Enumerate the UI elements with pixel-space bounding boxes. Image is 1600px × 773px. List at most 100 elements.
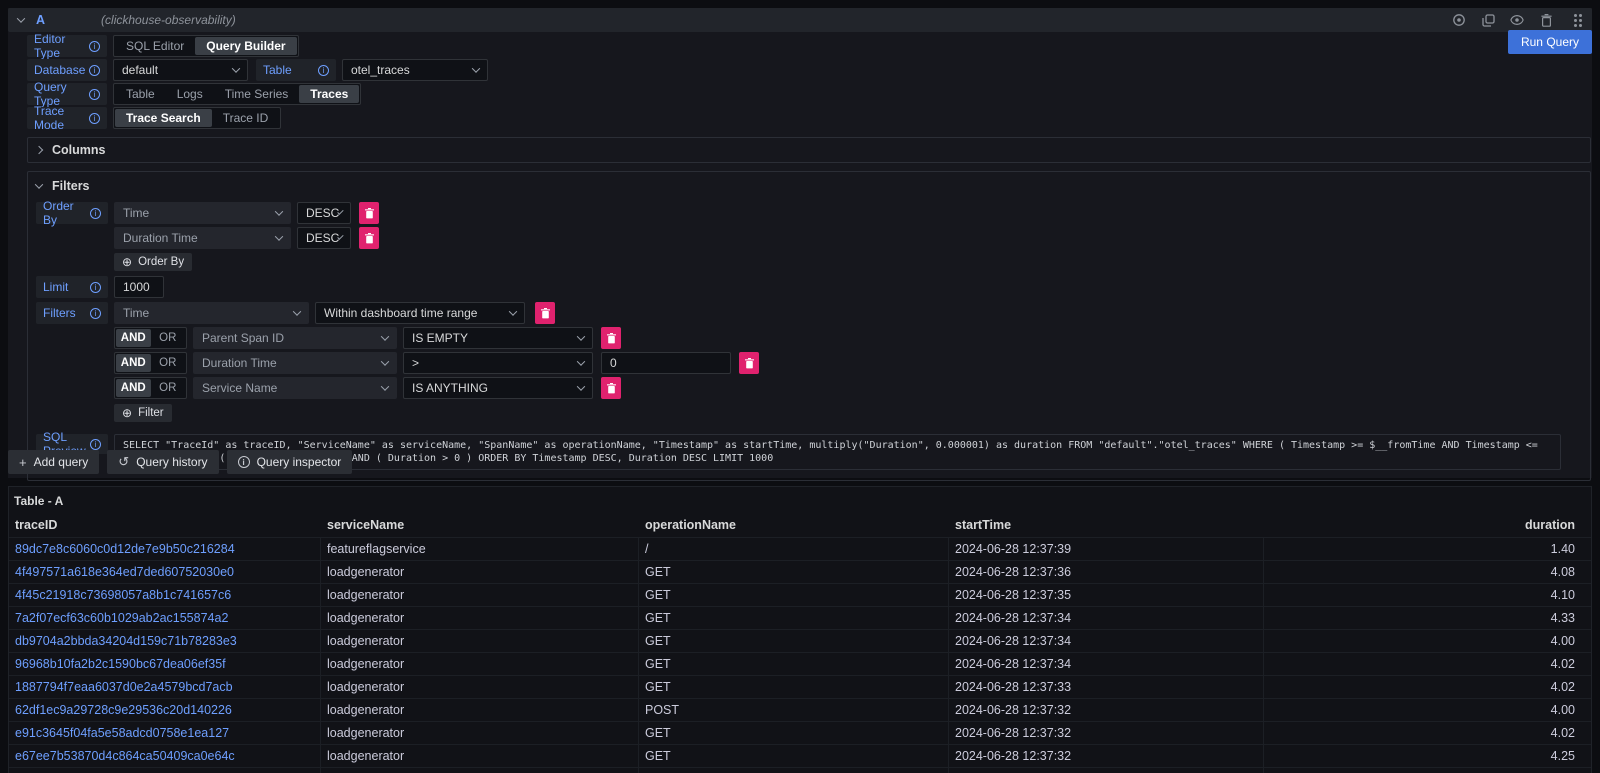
order-by-direction-select[interactable]: DESC (297, 202, 351, 224)
filters-section-toggle[interactable]: Filters (36, 172, 1590, 196)
add-query-button[interactable]: + Add query (8, 450, 99, 474)
trace-mode-option-search[interactable]: Trace Search (115, 109, 212, 127)
query-builder-form: Editor Type i SQL Editor Query Builder D… (27, 32, 1592, 481)
info-icon[interactable]: i (90, 208, 101, 219)
trace-id-link[interactable]: 4f45c21918c73698057a8b1c741657c6 (15, 588, 231, 602)
or-option[interactable]: OR (151, 354, 186, 372)
remove-filter-button[interactable] (601, 377, 621, 399)
filter-operator-select[interactable]: > (403, 352, 593, 374)
table-label: Table (263, 63, 292, 77)
filter-field-select[interactable]: Duration Time (193, 352, 397, 374)
collapse-query-chevron-icon[interactable] (17, 14, 25, 22)
add-order-by-button[interactable]: ⊕ Order By (114, 253, 192, 271)
column-header-duration[interactable]: duration (1264, 513, 1591, 537)
info-icon[interactable]: i (89, 65, 100, 76)
service-name-cell: loadgenerator (321, 699, 639, 721)
trace-id-link[interactable]: e67ee7b53870d4c864ca50409ca0e64c (15, 749, 235, 763)
order-by-direction-select[interactable]: DESC (297, 227, 351, 249)
query-ref-id: A (36, 13, 45, 27)
filter-field-select[interactable]: Time (114, 302, 309, 324)
remove-filter-button[interactable] (739, 352, 759, 374)
editor-type-option-builder[interactable]: Query Builder (195, 37, 296, 55)
column-header-servicename[interactable]: serviceName (321, 513, 639, 537)
plus-circle-icon: ⊕ (122, 406, 132, 420)
info-icon[interactable]: i (90, 308, 101, 319)
or-option[interactable]: OR (151, 329, 186, 347)
order-by-field-value: Duration Time (123, 231, 198, 245)
info-icon[interactable]: i (90, 282, 101, 293)
operation-name-cell: GET (639, 676, 949, 698)
trace-mode-label-box: Trace Mode i (27, 107, 107, 129)
duration-cell: 4.00 (1264, 699, 1591, 721)
trace-id-link[interactable]: db9704a2bbda34204d159c71b78283e3 (15, 634, 237, 648)
columns-section-toggle[interactable]: Columns (28, 138, 1590, 162)
remove-order-by-button[interactable] (359, 227, 379, 249)
trace-id-link[interactable]: 4f497571a618e364ed7ded60752030e0 (15, 565, 234, 579)
editor-type-label: Editor Type (34, 32, 89, 60)
table-select[interactable]: otel_traces (342, 59, 488, 81)
query-footer-actions: + Add query ↺ Query history i Query insp… (8, 450, 352, 474)
remove-filter-button[interactable] (601, 327, 621, 349)
editor-type-option-sql[interactable]: SQL Editor (115, 37, 195, 55)
query-type-option-logs[interactable]: Logs (166, 85, 214, 103)
or-option[interactable]: OR (151, 379, 186, 397)
service-name-cell: loadgenerator (321, 745, 639, 767)
query-row-header[interactable]: A (clickhouse-observability) (8, 8, 1592, 32)
start-time-cell: 2024-06-28 12:37:31 (949, 768, 1264, 773)
order-by-field-select[interactable]: Time (114, 202, 291, 224)
table-row: 4f497571a618e364ed7ded60752030e0 loadgen… (9, 560, 1591, 583)
query-type-option-traces[interactable]: Traces (299, 85, 359, 103)
database-select[interactable]: default (113, 59, 248, 81)
filter-value-input[interactable]: 0 (601, 352, 731, 374)
start-time-cell: 2024-06-28 12:37:32 (949, 745, 1264, 767)
info-icon[interactable]: i (89, 89, 100, 100)
remove-query-trash-icon[interactable] (1539, 13, 1553, 27)
record-query-icon[interactable] (1452, 13, 1466, 27)
filter-operator-select[interactable]: IS EMPTY (403, 327, 593, 349)
and-option[interactable]: AND (116, 354, 151, 372)
query-history-button[interactable]: ↺ Query history (107, 450, 218, 474)
limit-label-box: Limit i (36, 276, 108, 298)
remove-filter-button[interactable] (535, 302, 555, 324)
filter-operator-select[interactable]: IS ANYTHING (403, 377, 593, 399)
column-header-operationname[interactable]: operationName (639, 513, 949, 537)
order-by-label: Order By (43, 199, 90, 227)
trace-mode-option-id[interactable]: Trace ID (212, 109, 280, 127)
table-row: 4f45c21918c73698057a8b1c741657c6 loadgen… (9, 583, 1591, 606)
trace-id-link[interactable]: 62df1ec9a29728c9e29536c20d140226 (15, 703, 232, 717)
history-icon: ↺ (118, 454, 129, 470)
filter-field-select[interactable]: Parent Span ID (193, 327, 397, 349)
info-icon[interactable]: i (318, 65, 329, 76)
column-header-starttime[interactable]: startTime (949, 513, 1264, 537)
info-icon[interactable]: i (90, 439, 101, 450)
query-type-option-table[interactable]: Table (115, 85, 166, 103)
hide-response-eye-icon[interactable] (1510, 13, 1524, 27)
columns-section-label: Columns (52, 143, 105, 157)
limit-input[interactable]: 1000 (114, 276, 164, 298)
columns-section: Columns (27, 137, 1591, 163)
and-option[interactable]: AND (116, 329, 151, 347)
add-filter-button[interactable]: ⊕ Filter (114, 404, 172, 422)
trace-id-link[interactable]: 7a2f07ecf63c60b1029ab2ac155874a2 (15, 611, 228, 625)
trace-id-link[interactable]: e91c3645f04fa5e58adcd0758e1ea127 (15, 726, 229, 740)
duplicate-query-icon[interactable] (1481, 13, 1495, 27)
trace-id-link[interactable]: 1887794f7eaa6037d0e2a4579bcd7acb (15, 680, 233, 694)
and-option[interactable]: AND (116, 379, 151, 397)
filter-field-value: Service Name (202, 381, 277, 395)
service-name-cell: loadgenerator (321, 584, 639, 606)
trace-id-link[interactable]: 89dc7e8c6060c0d12de7e9b50c216284 (15, 542, 235, 556)
column-header-traceid[interactable]: traceID (9, 513, 321, 537)
filter-field-select[interactable]: Service Name (193, 377, 397, 399)
table-row: 96968b10fa2b2c1590bc67dea06ef35f loadgen… (9, 652, 1591, 675)
order-by-field-select[interactable]: Duration Time (114, 227, 291, 249)
info-icon[interactable]: i (89, 113, 100, 124)
remove-order-by-button[interactable] (359, 202, 379, 224)
drag-handle-icon[interactable] (1568, 13, 1582, 27)
trace-id-link[interactable]: 96968b10fa2b2c1590bc67dea06ef35f (15, 657, 226, 671)
duration-cell: 4.00 (1264, 630, 1591, 652)
filter-operator-select[interactable]: Within dashboard time range (315, 302, 525, 324)
order-by-direction-value: DESC (306, 231, 339, 245)
query-type-option-timeseries[interactable]: Time Series (214, 85, 300, 103)
query-inspector-button[interactable]: i Query inspector (227, 450, 353, 474)
info-icon[interactable]: i (89, 41, 100, 52)
